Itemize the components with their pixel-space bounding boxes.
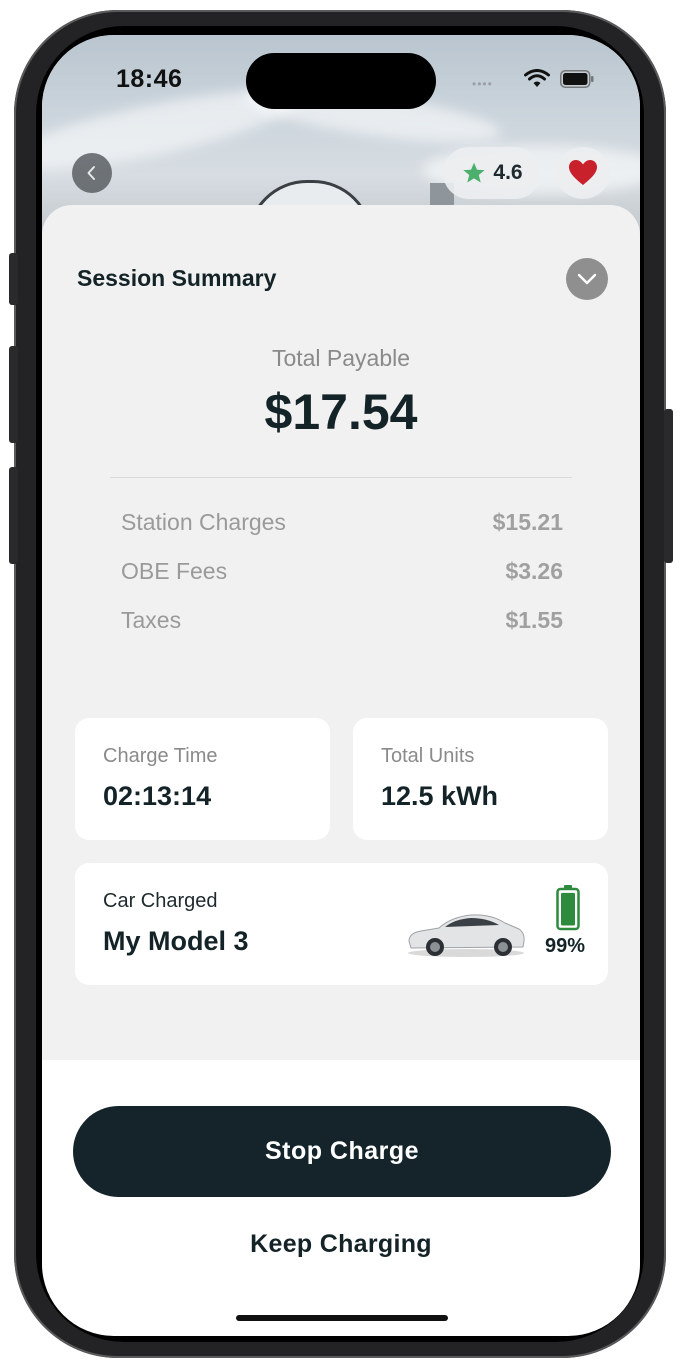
favorite-button[interactable]	[556, 147, 610, 199]
wifi-icon	[524, 69, 550, 87]
charge-time-label: Charge Time	[103, 745, 218, 767]
total-payable-label: Total Payable	[271, 345, 411, 371]
star-icon	[463, 162, 486, 183]
session-summary-sheet: Session Summary Total Payable $17.54 Sta…	[42, 205, 640, 1060]
divider	[110, 477, 572, 478]
power-button	[664, 409, 673, 563]
signal-dots-icon: ••••	[472, 77, 493, 91]
car-image	[408, 914, 525, 957]
battery-icon	[556, 885, 580, 931]
rating-badge[interactable]: 4.6	[443, 147, 541, 199]
silent-switch	[9, 253, 18, 305]
app-screen: 18:46 •••• 4.6 Session Summary Total Pay…	[42, 35, 640, 1336]
volume-down-button	[9, 467, 18, 564]
chevron-left-icon	[87, 166, 95, 180]
battery-fill	[561, 892, 575, 926]
car-name: My Model 3	[103, 926, 249, 956]
battery-percent: 99%	[545, 935, 586, 957]
car-charged-card: Car Charged My Model 3 99%	[75, 863, 608, 985]
charge-label: OBE Fees	[121, 558, 228, 584]
keep-charging-button[interactable]: Keep Charging	[42, 1230, 640, 1259]
volume-up-button	[9, 346, 18, 443]
chevron-down-icon	[577, 273, 597, 285]
status-battery-icon	[560, 70, 594, 88]
charge-row-obe-fees: OBE Fees $3.26	[121, 558, 563, 588]
status-time: 18:46	[116, 65, 183, 93]
charge-time-card: Charge Time 02:13:14	[75, 718, 330, 840]
rating-value: 4.6	[493, 161, 523, 184]
stop-charge-button[interactable]: Stop Charge	[73, 1106, 611, 1197]
total-units-value: 12.5 kWh	[381, 781, 499, 811]
charge-amount: $1.55	[505, 607, 563, 633]
collapse-button[interactable]	[566, 258, 608, 300]
charge-amount: $3.26	[505, 558, 563, 584]
total-payable-amount: $17.54	[264, 384, 418, 440]
total-units-label: Total Units	[381, 745, 475, 767]
home-indicator	[236, 1315, 448, 1321]
status-bar: 18:46 ••••	[42, 35, 640, 125]
charge-amount: $15.21	[492, 509, 563, 535]
charge-label: Station Charges	[121, 509, 286, 535]
charge-time-value: 02:13:14	[103, 781, 212, 811]
dynamic-island	[246, 53, 436, 109]
car-charged-label: Car Charged	[103, 890, 218, 912]
status-icons: ••••	[472, 69, 594, 91]
charge-label: Taxes	[121, 607, 182, 633]
heart-icon	[569, 160, 597, 185]
sheet-title: Session Summary	[77, 265, 277, 291]
charge-row-station: Station Charges $15.21	[121, 509, 563, 539]
total-units-card: Total Units 12.5 kWh	[353, 718, 608, 840]
back-button[interactable]	[72, 153, 112, 193]
charge-row-taxes: Taxes $1.55	[121, 607, 563, 637]
